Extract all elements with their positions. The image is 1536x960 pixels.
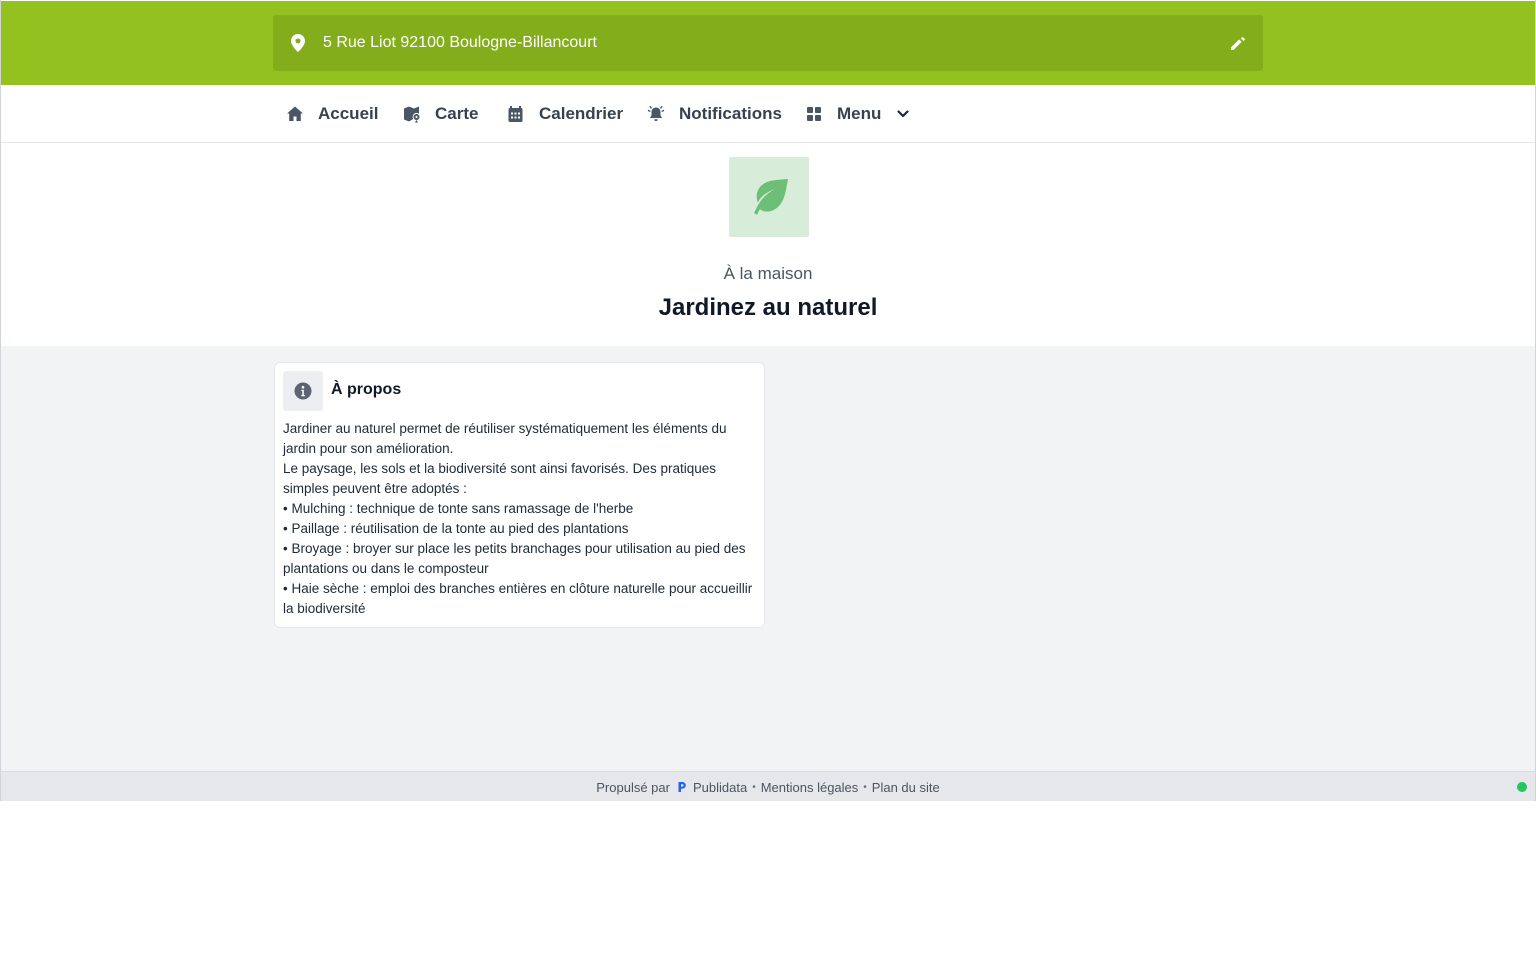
nav-item-label: Accueil [318, 103, 379, 123]
calendar-icon [507, 105, 525, 123]
leaf-icon [729, 157, 809, 237]
nav-item-label: Notifications [679, 103, 782, 123]
main-navigation: Accueil Carte Calendrier Notifications M… [1, 85, 1535, 143]
about-line: • Broyage : broyer sur place les petits … [283, 541, 746, 576]
page-category: À la maison [723, 264, 813, 283]
about-line: • Mulching : technique de tonte sans ram… [283, 501, 634, 516]
status-indicator [1517, 782, 1527, 792]
footer: Propulsé par Publidata • Mentions légale… [1, 771, 1535, 801]
footer-separator: • [863, 781, 867, 793]
legal-notice-link[interactable]: Mentions légales [761, 780, 859, 795]
about-card: À propos Jardiner au naturel permet de r… [274, 362, 765, 628]
about-line: • Paillage : réutilisation de la tonte a… [283, 521, 629, 536]
publidata-logo-icon [677, 781, 687, 793]
page-hero: À la maison Jardinez au naturel [1, 143, 1535, 346]
nav-item-menu[interactable]: Menu [805, 85, 910, 142]
address-box[interactable]: 5 Rue Liot 92100 Boulogne-Billancourt [273, 15, 1263, 71]
map-icon [403, 105, 421, 123]
address-text: 5 Rue Liot 92100 Boulogne-Billancourt [323, 34, 597, 51]
nav-item-notifications[interactable]: Notifications [647, 85, 782, 142]
about-line: Le paysage, les sols et la biodiversité … [283, 461, 716, 496]
nav-item-label: Calendrier [539, 103, 624, 123]
page-title: Jardinez au naturel [658, 294, 878, 321]
nav-item-carte[interactable]: Carte [403, 85, 478, 142]
nav-item-accueil[interactable]: Accueil [286, 85, 378, 142]
pencil-icon[interactable] [1229, 34, 1247, 52]
home-icon [286, 105, 304, 123]
grid-icon [805, 105, 823, 123]
about-title: À propos [331, 381, 402, 398]
nav-item-label: Carte [435, 103, 479, 123]
address-header: 5 Rue Liot 92100 Boulogne-Billancourt [1, 1, 1535, 85]
sitemap-link[interactable]: Plan du site [872, 780, 940, 795]
chevron-down-icon [896, 107, 910, 121]
about-line: • Haie sèche : emploi des branches entiè… [283, 581, 753, 616]
nav-item-calendrier[interactable]: Calendrier [507, 85, 623, 142]
footer-links: Propulsé par Publidata • Mentions légale… [1, 772, 1535, 802]
publidata-link[interactable]: Publidata [693, 780, 747, 795]
info-icon [283, 371, 323, 411]
about-line: Jardiner au naturel permet de réutiliser… [283, 421, 727, 456]
map-pin-icon [291, 34, 307, 52]
about-description: Jardiner au naturel permet de réutiliser… [283, 419, 757, 619]
bell-icon [647, 105, 665, 123]
content-area: À propos Jardiner au naturel permet de r… [1, 346, 1535, 771]
powered-by-text: Propulsé par [596, 779, 670, 795]
footer-separator: • [752, 781, 756, 793]
nav-item-label: Menu [837, 103, 882, 123]
